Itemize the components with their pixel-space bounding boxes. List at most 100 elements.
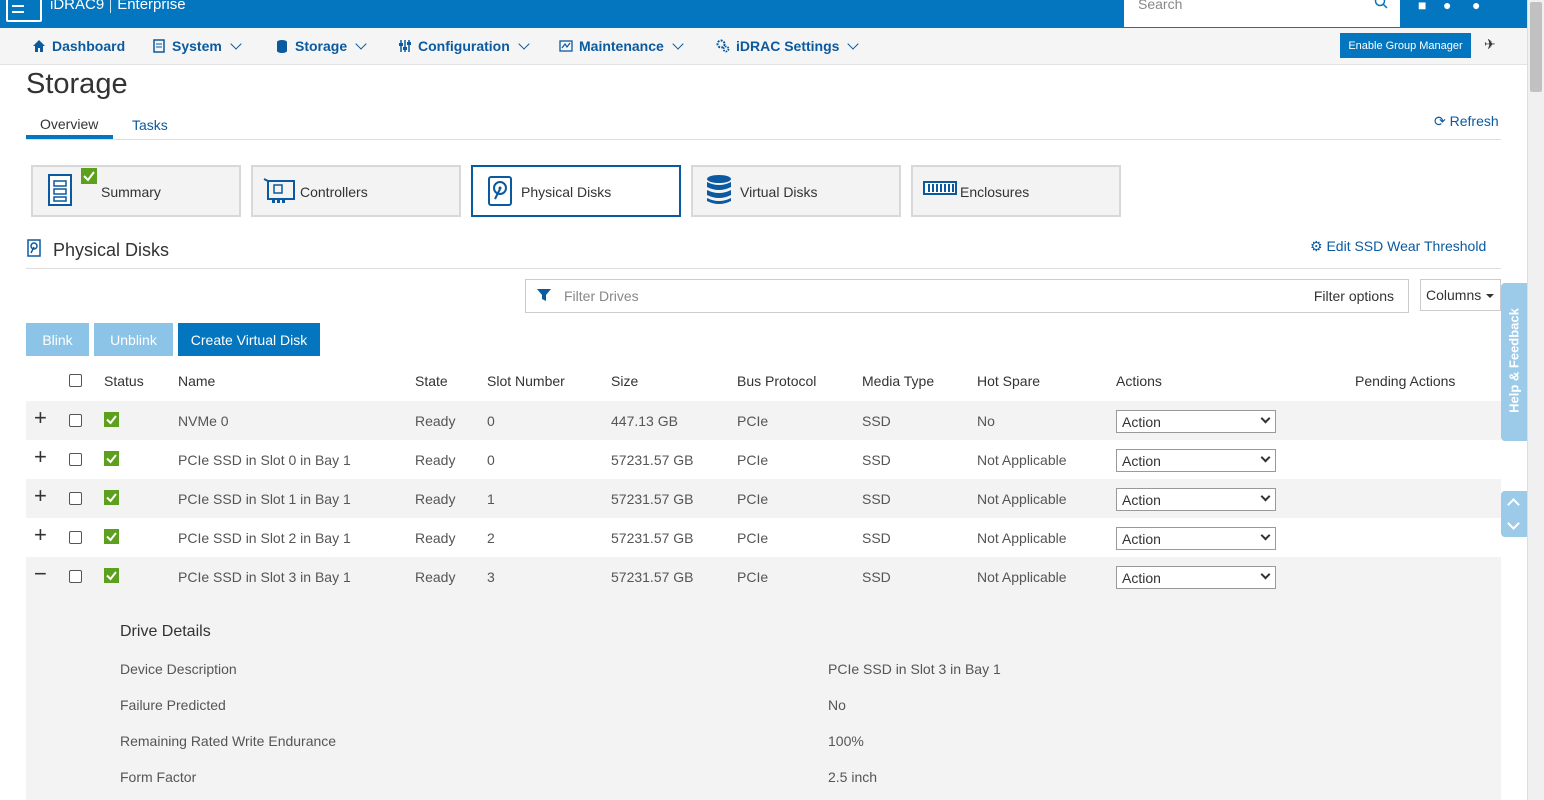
col-pending-actions: Pending Actions bbox=[1355, 373, 1456, 389]
scroll-up-icon[interactable] bbox=[1507, 498, 1520, 511]
search-input[interactable]: Search bbox=[1124, 0, 1400, 27]
drive-details-panel: Drive Details Device Description PCIe SS… bbox=[26, 596, 1501, 800]
cell-state: Ready bbox=[415, 569, 456, 585]
chevron-down-icon bbox=[847, 37, 860, 50]
col-media-type[interactable]: Media Type bbox=[862, 373, 934, 389]
cell-hot-spare: Not Applicable bbox=[977, 530, 1067, 546]
page-title: Storage bbox=[26, 68, 128, 100]
expand-row-button[interactable]: + bbox=[34, 485, 47, 507]
cell-hot-spare: Not Applicable bbox=[977, 569, 1067, 585]
window-icon[interactable]: ■ bbox=[1418, 0, 1426, 13]
col-hot-spare[interactable]: Hot Spare bbox=[977, 373, 1040, 389]
edit-ssd-label: Edit SSD Wear Threshold bbox=[1326, 238, 1487, 254]
filter-drives-input[interactable]: Filter Drives Filter options bbox=[525, 279, 1409, 313]
cell-size: 57231.57 GB bbox=[611, 569, 694, 585]
columns-dropdown[interactable]: Columns bbox=[1420, 279, 1501, 311]
cell-state: Ready bbox=[415, 452, 456, 468]
cell-name: PCIe SSD in Slot 3 in Bay 1 bbox=[178, 569, 351, 585]
cell-name: PCIe SSD in Slot 2 in Bay 1 bbox=[178, 530, 351, 546]
action-select-value: Action bbox=[1122, 570, 1161, 586]
action-select[interactable]: Action bbox=[1116, 527, 1276, 550]
row-checkbox[interactable] bbox=[69, 570, 82, 583]
category-virtual-disks[interactable]: Virtual Disks bbox=[691, 165, 901, 217]
scroll-nav bbox=[1501, 491, 1527, 537]
action-select-value: Action bbox=[1122, 414, 1161, 430]
help-feedback-tab[interactable]: Help & Feedback bbox=[1501, 283, 1527, 441]
refresh-label: Refresh bbox=[1449, 113, 1499, 129]
caret-down-icon bbox=[1486, 294, 1495, 299]
pin-icon[interactable]: ✈ bbox=[1484, 36, 1496, 53]
select-all-checkbox[interactable] bbox=[69, 374, 82, 387]
gear-icon: ⚙ bbox=[1310, 238, 1323, 254]
col-name[interactable]: Name bbox=[178, 373, 215, 389]
action-select-value: Action bbox=[1122, 531, 1161, 547]
cell-slot: 0 bbox=[487, 452, 495, 468]
cell-hot-spare: Not Applicable bbox=[977, 452, 1067, 468]
user-icon[interactable]: ● bbox=[1443, 0, 1451, 13]
category-virtual-disks-label: Virtual Disks bbox=[740, 184, 818, 200]
action-select[interactable]: Action bbox=[1116, 410, 1276, 433]
refresh-button[interactable]: ⟳ Refresh bbox=[1434, 113, 1499, 130]
cell-state: Ready bbox=[415, 413, 456, 429]
col-state[interactable]: State bbox=[415, 373, 448, 389]
enable-group-manager-button[interactable]: Enable Group Manager bbox=[1340, 33, 1471, 58]
nav-idrac-settings-label: iDRAC Settings bbox=[736, 38, 840, 54]
maintenance-icon bbox=[559, 40, 573, 52]
nav-configuration-label: Configuration bbox=[418, 38, 510, 54]
expand-row-button[interactable]: + bbox=[34, 407, 47, 429]
category-physical-disks[interactable]: Physical Disks bbox=[471, 165, 681, 217]
server-summary-icon bbox=[48, 174, 72, 206]
expand-row-button[interactable]: + bbox=[34, 446, 47, 468]
row-checkbox[interactable] bbox=[69, 414, 82, 427]
cell-slot: 2 bbox=[487, 530, 495, 546]
unblink-button[interactable]: Unblink bbox=[94, 323, 173, 356]
row-checkbox[interactable] bbox=[69, 492, 82, 505]
top-bar: iDRAC9 Enterprise Search ■ ● ● bbox=[0, 0, 1527, 28]
blink-button[interactable]: Blink bbox=[26, 323, 89, 356]
status-ok-icon bbox=[104, 529, 119, 544]
tab-overview[interactable]: Overview bbox=[40, 116, 98, 132]
edit-ssd-wear-threshold-link[interactable]: ⚙ Edit SSD Wear Threshold bbox=[1310, 238, 1486, 255]
main-nav: Dashboard System Storage Configuration M… bbox=[0, 28, 1527, 65]
scrollbar-thumb[interactable] bbox=[1530, 2, 1542, 92]
expand-row-button[interactable]: + bbox=[34, 524, 47, 546]
cell-media: SSD bbox=[862, 530, 891, 546]
nav-system[interactable]: System bbox=[152, 37, 242, 54]
col-status[interactable]: Status bbox=[104, 373, 144, 389]
nav-maintenance[interactable]: Maintenance bbox=[559, 37, 684, 54]
status-ok-icon bbox=[104, 412, 119, 427]
cell-state: Ready bbox=[415, 491, 456, 507]
page-scrollbar[interactable] bbox=[1527, 0, 1544, 800]
page-tabs: Overview Tasks bbox=[26, 110, 1501, 140]
tab-tasks[interactable]: Tasks bbox=[132, 117, 168, 133]
create-virtual-disk-button[interactable]: Create Virtual Disk bbox=[178, 323, 320, 356]
row-checkbox[interactable] bbox=[69, 531, 82, 544]
category-enclosures-label: Enclosures bbox=[960, 184, 1030, 200]
detail-label: Remaining Rated Write Endurance bbox=[120, 733, 337, 749]
search-icon[interactable] bbox=[1374, 0, 1388, 10]
cell-bus: PCIe bbox=[737, 530, 769, 546]
category-controllers[interactable]: Controllers bbox=[251, 165, 461, 217]
table-row: + PCIe SSD in Slot 2 in Bay 1 Ready 2 57… bbox=[26, 518, 1501, 557]
nav-configuration[interactable]: Configuration bbox=[398, 37, 530, 54]
action-select[interactable]: Action bbox=[1116, 566, 1276, 589]
columns-label: Columns bbox=[1426, 287, 1482, 303]
scroll-down-icon[interactable] bbox=[1507, 517, 1520, 530]
nav-idrac-settings[interactable]: iDRAC Settings bbox=[716, 37, 860, 54]
row-checkbox[interactable] bbox=[69, 453, 82, 466]
help-icon[interactable]: ● bbox=[1472, 0, 1480, 13]
cell-size: 57231.57 GB bbox=[611, 491, 694, 507]
col-slot-number[interactable]: Slot Number bbox=[487, 373, 565, 389]
nav-dashboard[interactable]: Dashboard bbox=[32, 38, 125, 54]
action-select[interactable]: Action bbox=[1116, 449, 1276, 472]
nav-storage[interactable]: Storage bbox=[275, 37, 367, 54]
category-summary-label: Summary bbox=[101, 184, 161, 200]
cell-name: NVMe 0 bbox=[178, 413, 229, 429]
col-bus-protocol[interactable]: Bus Protocol bbox=[737, 373, 816, 389]
action-select[interactable]: Action bbox=[1116, 488, 1276, 511]
category-enclosures[interactable]: Enclosures bbox=[911, 165, 1121, 217]
collapse-row-button[interactable]: − bbox=[34, 563, 47, 585]
filter-options-button[interactable]: Filter options bbox=[1314, 288, 1394, 304]
col-size[interactable]: Size bbox=[611, 373, 638, 389]
category-summary[interactable]: Summary bbox=[31, 165, 241, 217]
